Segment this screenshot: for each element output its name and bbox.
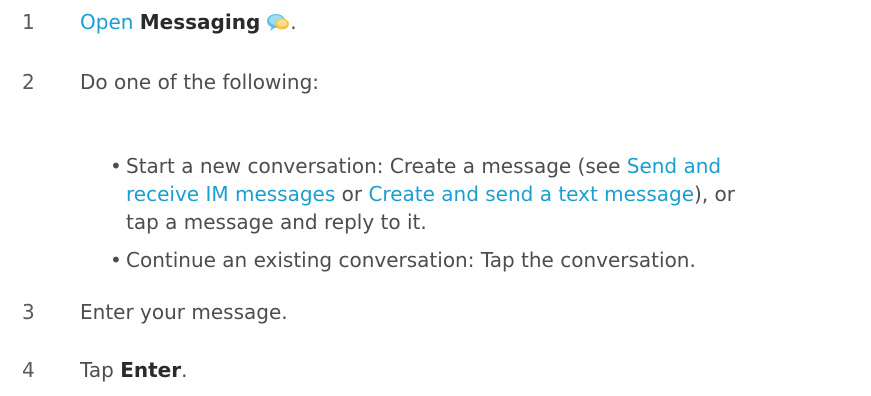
messaging-icon — [267, 14, 290, 31]
bullet-label: Continue an existing conversation: — [126, 248, 475, 272]
messaging-app-name: Messaging — [139, 10, 261, 34]
step-suffix: . — [290, 10, 297, 34]
step-number: 1 — [22, 10, 35, 34]
step-text: Do one of the following: — [80, 70, 320, 94]
step-suffix: . — [181, 358, 188, 382]
step-text: Tap Enter. — [80, 356, 187, 384]
list-item: • Start a new conversation: Create a mes… — [110, 152, 760, 236]
open-link[interactable]: Open — [80, 10, 133, 34]
bullet-text: or — [335, 182, 369, 206]
step-number: 4 — [22, 358, 35, 382]
bullet-label: Start a new conversation: — [126, 154, 384, 178]
bullet-dot: • — [110, 248, 122, 272]
step-prefix: Tap — [80, 358, 121, 382]
enter-key-label: Enter — [120, 358, 182, 382]
step-number: 3 — [22, 300, 35, 324]
step-text: Open Messaging . — [80, 8, 297, 36]
bullet-text: Create a message (see — [383, 154, 627, 178]
step-text: Enter your message. — [80, 300, 288, 324]
create-send-text-link[interactable]: Create and send a text message — [368, 182, 694, 206]
step-number: 2 — [22, 70, 35, 94]
bullet-dot: • — [110, 154, 122, 178]
list-item: • Continue an existing conversation: Tap… — [110, 246, 760, 274]
bullet-text: Tap the conversation. — [474, 248, 696, 272]
bullet-list: • Start a new conversation: Create a mes… — [110, 152, 760, 284]
